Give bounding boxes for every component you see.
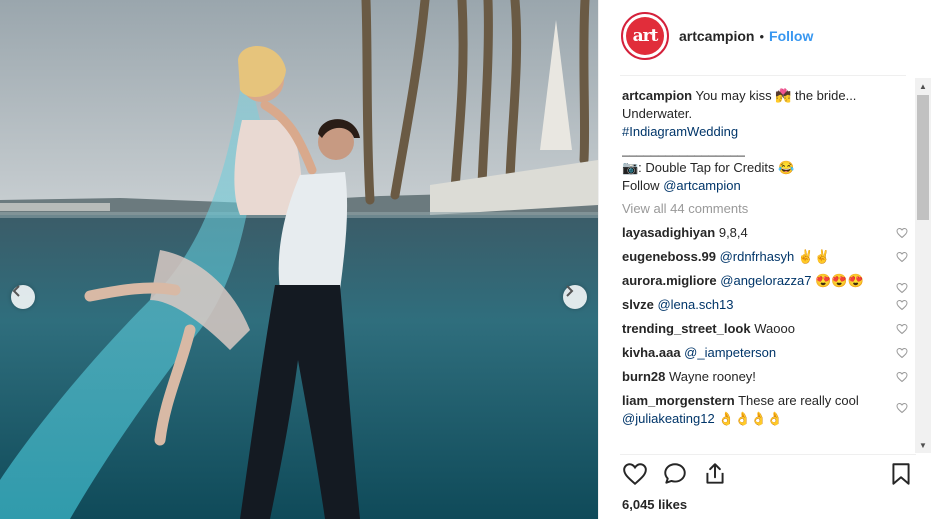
caption-hashtag[interactable]: #IndiagramWedding bbox=[622, 123, 918, 141]
comment-username[interactable]: eugeneboss.99 bbox=[622, 249, 716, 264]
post-username[interactable]: artcampion bbox=[679, 28, 754, 44]
comment-icon[interactable] bbox=[662, 461, 688, 487]
post-caption: artcampion You may kiss 💏 the bride... U… bbox=[622, 87, 918, 195]
comments-list: artcampion You may kiss 💏 the bride... U… bbox=[622, 87, 918, 453]
comment-username[interactable]: layasadighiyan bbox=[622, 225, 715, 240]
comment-row: liam_morgenstern These are really cool @… bbox=[622, 392, 918, 428]
avatar-logo: art bbox=[626, 17, 664, 55]
comment-username[interactable]: liam_morgenstern bbox=[622, 393, 735, 408]
caption-username[interactable]: artcampion bbox=[622, 88, 692, 103]
comment-username[interactable]: kivha.aaa bbox=[622, 345, 681, 360]
comment-heart-icon[interactable] bbox=[896, 299, 908, 311]
instagram-post-modal: art artcampion • Follow artcampion You m… bbox=[0, 0, 938, 519]
comment-row: kivha.aaa @_iampeterson bbox=[622, 344, 918, 362]
caption-text: You may kiss 💏 the bride... bbox=[695, 88, 857, 103]
comment-mention[interactable]: @angelorazza7 bbox=[720, 273, 811, 288]
caption-follow-mention[interactable]: @artcampion bbox=[663, 178, 741, 193]
separator-dot: • bbox=[759, 28, 765, 44]
post-header: art artcampion • Follow bbox=[621, 12, 813, 60]
comment-text: ✌✌ bbox=[797, 249, 831, 264]
comment-row: burn28 Wayne rooney! bbox=[622, 368, 918, 386]
comment-row: slvze @lena.sch13 bbox=[622, 296, 918, 314]
comment-mention[interactable]: @rdnfrhasyh bbox=[720, 249, 795, 264]
comment-heart-icon[interactable] bbox=[896, 347, 908, 359]
likes-count[interactable]: 6,045 likes bbox=[622, 497, 687, 512]
comment-username[interactable]: aurora.migliore bbox=[622, 273, 717, 288]
actions-divider bbox=[620, 454, 916, 455]
comment-heart-icon[interactable] bbox=[896, 402, 908, 414]
comment-heart-icon[interactable] bbox=[896, 282, 908, 294]
comment-username[interactable]: slvze bbox=[622, 297, 654, 312]
comment-mention[interactable]: @juliakeating12 bbox=[622, 411, 715, 426]
action-bar bbox=[622, 461, 918, 489]
previous-photo-button[interactable] bbox=[11, 285, 35, 309]
comments-scrollbar[interactable]: ▲ ▼ bbox=[915, 78, 931, 453]
next-photo-button[interactable] bbox=[563, 285, 587, 309]
comment-username[interactable]: trending_street_look bbox=[622, 321, 751, 336]
comment-heart-icon[interactable] bbox=[896, 371, 908, 383]
comment-text: Waooo bbox=[754, 321, 795, 336]
heart-icon[interactable] bbox=[622, 461, 648, 487]
follow-button[interactable]: Follow bbox=[769, 28, 813, 44]
share-icon[interactable] bbox=[702, 461, 728, 487]
avatar[interactable]: art bbox=[621, 12, 669, 60]
comment-username[interactable]: burn28 bbox=[622, 369, 665, 384]
comment-heart-icon[interactable] bbox=[896, 251, 908, 263]
bookmark-icon[interactable] bbox=[888, 461, 914, 487]
scroll-up-arrow[interactable]: ▲ bbox=[915, 78, 931, 94]
post-photo[interactable] bbox=[0, 0, 598, 519]
comment-heart-icon[interactable] bbox=[896, 323, 908, 335]
caption-line-2: Underwater. bbox=[622, 106, 693, 121]
chevron-left-icon bbox=[12, 285, 20, 297]
view-all-comments-link[interactable]: View all 44 comments bbox=[622, 200, 918, 218]
comment-text: 9,8,4 bbox=[718, 225, 748, 240]
caption-credits: 📷: Double Tap for Credits 😂 bbox=[622, 160, 795, 175]
comment-text: Wayne rooney! bbox=[668, 369, 756, 384]
comment-text: 😍😍😍 bbox=[815, 273, 864, 288]
comment-text: These are really cool bbox=[738, 393, 859, 408]
chevron-right-icon bbox=[566, 285, 574, 297]
comment-row: layasadighiyan 9,8,4 bbox=[622, 224, 918, 242]
underwater-wedding-image bbox=[0, 0, 598, 519]
comment-row: aurora.migliore @angelorazza7 😍😍😍 bbox=[622, 272, 918, 294]
scroll-down-arrow[interactable]: ▼ bbox=[915, 437, 931, 453]
comment-suffix: 👌👌👌👌 bbox=[718, 411, 784, 426]
comment-mention[interactable]: @_iampeterson bbox=[684, 345, 776, 360]
comment-mention[interactable]: @lena.sch13 bbox=[657, 297, 733, 312]
comment-row: trending_street_look Waooo bbox=[622, 320, 918, 338]
comment-row: eugeneboss.99 @rdnfrhasyh ✌✌ bbox=[622, 248, 918, 266]
caption-rule: _________________ bbox=[622, 142, 745, 157]
scroll-thumb[interactable] bbox=[917, 95, 929, 220]
comment-heart-icon[interactable] bbox=[896, 227, 908, 239]
caption-follow-text: Follow bbox=[622, 178, 660, 193]
header-divider bbox=[620, 75, 906, 76]
